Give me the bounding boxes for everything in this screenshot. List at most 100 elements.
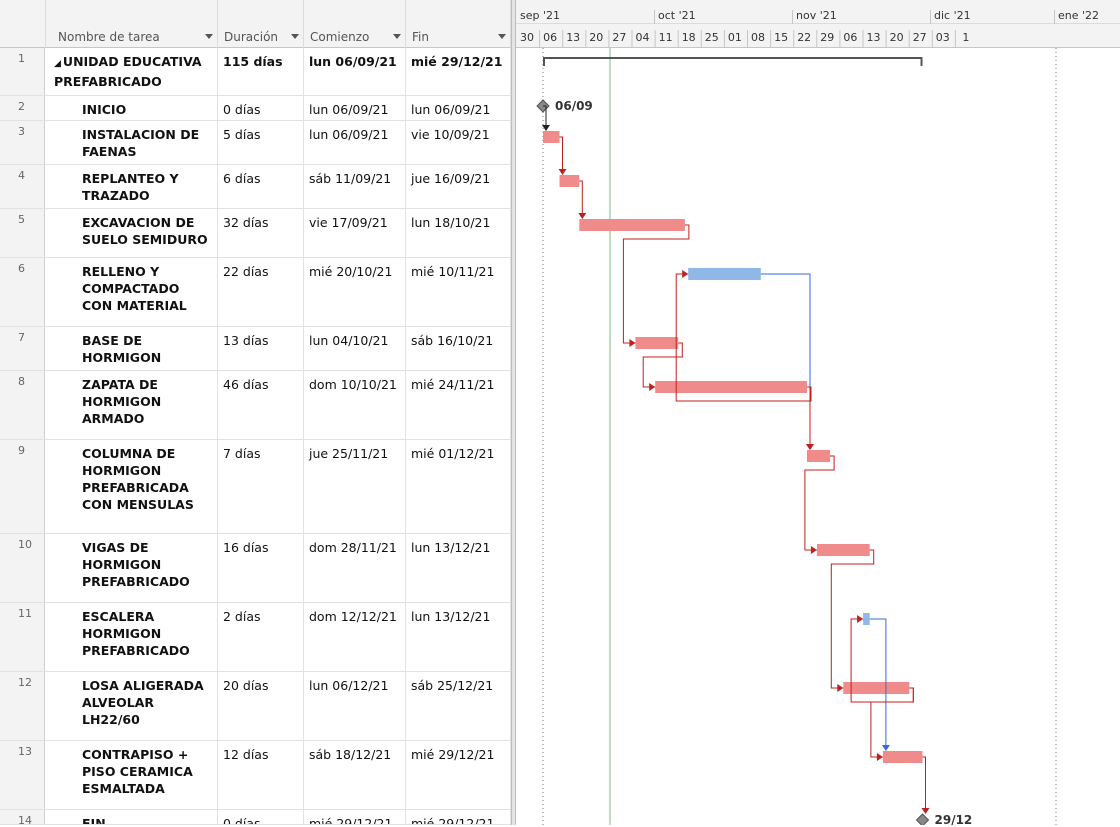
task-end[interactable]: mié 29/12/21 [406,810,511,824]
task-duration[interactable]: 0 días [218,810,304,824]
task-bar[interactable] [816,544,870,556]
dependency-link [622,224,690,344]
task-end[interactable]: lun 18/10/21 [406,209,511,257]
task-bar[interactable] [579,219,685,231]
task-end[interactable]: sáb 16/10/21 [406,327,511,370]
task-row[interactable]: 4 REPLANTEO Y TRAZADO 6 días sáb 11/09/21 ju… [0,165,511,209]
task-bar[interactable] [882,751,923,763]
task-duration[interactable]: 22 días [218,258,304,326]
task-name-cell[interactable]: CONTRAPISO + PISO CERAMICA ESMALTADA [77,741,218,809]
task-row[interactable]: 6 RELLENO Y COMPACTADO CON MATERIAL 22 día… [0,258,511,327]
task-bar[interactable] [843,682,910,694]
task-start[interactable]: lun 06/09/21 [304,96,406,120]
task-row[interactable]: 3 INSTALACION DE FAENAS 5 días lun 06/09/21… [0,121,511,165]
task-bar[interactable] [543,131,560,143]
week-label: 18 [682,31,696,44]
task-duration[interactable]: 20 días [218,672,304,740]
task-start[interactable]: dom 12/12/21 [304,603,406,671]
task-row[interactable]: 13 CONTRAPISO + PISO CERAMICA ESMALTADA 12… [0,741,511,810]
task-name-cell[interactable]: BASE DE HORMIGON [77,327,218,370]
task-duration[interactable]: 16 días [218,534,304,602]
task-duration[interactable]: 6 días [218,165,304,208]
task-row[interactable]: 2 INICIO 0 días lun 06/09/21 lun 06/09/21 [0,96,511,121]
task-name-cell[interactable]: RELLENO Y COMPACTADO CON MATERIAL [77,258,218,326]
task-bar[interactable] [688,268,761,280]
task-row[interactable]: 5 EXCAVACION DE SUELO SEMIDURO 32 días vie … [0,209,511,258]
task-row[interactable]: 12 LOSA ALIGERADA ALVEOLAR LH22/60 20 días… [0,672,511,741]
collapse-toggle-icon[interactable]: ◢ [54,59,61,69]
milestone-diamond[interactable] [915,813,930,825]
filter-dropdown-icon[interactable] [291,34,299,39]
task-bar[interactable] [655,381,807,393]
task-name-cell[interactable]: FIN [77,810,218,824]
column-header-end[interactable]: Fin [406,0,511,48]
task-bar[interactable] [807,450,831,462]
task-end[interactable]: mié 01/12/21 [406,440,511,533]
task-duration[interactable]: 7 días [218,440,304,533]
task-name-cell[interactable]: ◢ UNIDAD EDUCATIVA PREFABRICADO [51,48,218,95]
task-name: REPLANTEO Y TRAZADO [82,171,179,203]
task-end[interactable]: sáb 25/12/21 [406,672,511,740]
task-row[interactable]: 7 BASE DE HORMIGON 13 días lun 04/10/21 sáb … [0,327,511,371]
task-end[interactable]: mié 24/11/21 [406,371,511,439]
task-duration[interactable]: 5 días [218,121,304,164]
task-row[interactable]: 11 ESCALERA HORMIGON PREFABRICADO 2 días do… [0,603,511,672]
task-bar[interactable] [863,613,870,625]
task-start[interactable]: lun 06/09/21 [304,48,406,95]
task-end[interactable]: mié 10/11/21 [406,258,511,326]
task-name-cell[interactable]: ESCALERA HORMIGON PREFABRICADO [77,603,218,671]
row-number: 9 [0,440,45,533]
task-start[interactable]: lun 04/10/21 [304,327,406,370]
task-end[interactable]: lun 06/09/21 [406,96,511,120]
task-row[interactable]: 10 VIGAS DE HORMIGON PREFABRICADO 16 días d… [0,534,511,603]
task-end[interactable]: lun 13/12/21 [406,534,511,602]
task-row[interactable]: 9 COLUMNA DE HORMIGON PREFABRICADA CON ME… [0,440,511,534]
task-start[interactable]: sáb 11/09/21 [304,165,406,208]
task-name-cell[interactable]: LOSA ALIGERADA ALVEOLAR LH22/60 [77,672,218,740]
task-row[interactable]: 1 ◢ UNIDAD EDUCATIVA PREFABRICADO 115 días l… [0,48,511,96]
column-header-duration[interactable]: Duración [218,0,304,48]
dependency-link [922,756,926,812]
task-name-cell[interactable]: COLUMNA DE HORMIGON PREFABRICADA CON MEN… [77,440,218,533]
task-name-cell[interactable]: INICIO [77,96,218,120]
task-end[interactable]: jue 16/09/21 [406,165,511,208]
task-bar[interactable] [635,337,679,349]
task-duration[interactable]: 13 días [218,327,304,370]
task-duration[interactable]: 115 días [218,48,304,95]
task-duration[interactable]: 32 días [218,209,304,257]
task-start[interactable]: mié 29/12/21 [304,810,406,824]
week-label: 13 [867,31,881,44]
task-start[interactable]: sáb 18/12/21 [304,741,406,809]
task-start[interactable]: lun 06/09/21 [304,121,406,164]
task-name-cell[interactable]: REPLANTEO Y TRAZADO [77,165,218,208]
task-start[interactable]: mié 20/10/21 [304,258,406,326]
task-start[interactable]: vie 17/09/21 [304,209,406,257]
task-start[interactable]: dom 28/11/21 [304,534,406,602]
task-name-cell[interactable]: ZAPATA DE HORMIGON ARMADO [77,371,218,439]
task-name-cell[interactable]: EXCAVACION DE SUELO SEMIDURO [77,209,218,257]
task-end[interactable]: mié 29/12/21 [406,48,511,95]
task-name-cell[interactable]: VIGAS DE HORMIGON PREFABRICADO [77,534,218,602]
task-start[interactable]: dom 10/10/21 [304,371,406,439]
task-row[interactable]: 8 ZAPATA DE HORMIGON ARMADO 46 días dom 10/… [0,371,511,440]
task-bar[interactable] [559,175,580,187]
filter-dropdown-icon[interactable] [393,34,401,39]
task-start[interactable]: lun 06/12/21 [304,672,406,740]
column-header-start[interactable]: Comienzo [304,0,406,48]
task-end[interactable]: mié 29/12/21 [406,741,511,809]
task-end[interactable]: vie 10/09/21 [406,121,511,164]
task-row[interactable]: 14 FIN 0 días mié 29/12/21 mié 29/12/21 [0,810,511,827]
task-start[interactable]: jue 25/11/21 [304,440,406,533]
row-number: 4 [0,165,45,208]
task-duration[interactable]: 46 días [218,371,304,439]
filter-dropdown-icon[interactable] [498,34,506,39]
task-duration[interactable]: 2 días [218,603,304,671]
week-label: 04 [636,31,650,44]
filter-dropdown-icon[interactable] [205,34,213,39]
task-name: ZAPATA DE HORMIGON ARMADO [82,377,162,426]
task-duration[interactable]: 0 días [218,96,304,120]
column-header-name[interactable]: Nombre de tarea [46,0,218,48]
task-name-cell[interactable]: INSTALACION DE FAENAS [77,121,218,164]
task-end[interactable]: lun 13/12/21 [406,603,511,671]
task-duration[interactable]: 12 días [218,741,304,809]
